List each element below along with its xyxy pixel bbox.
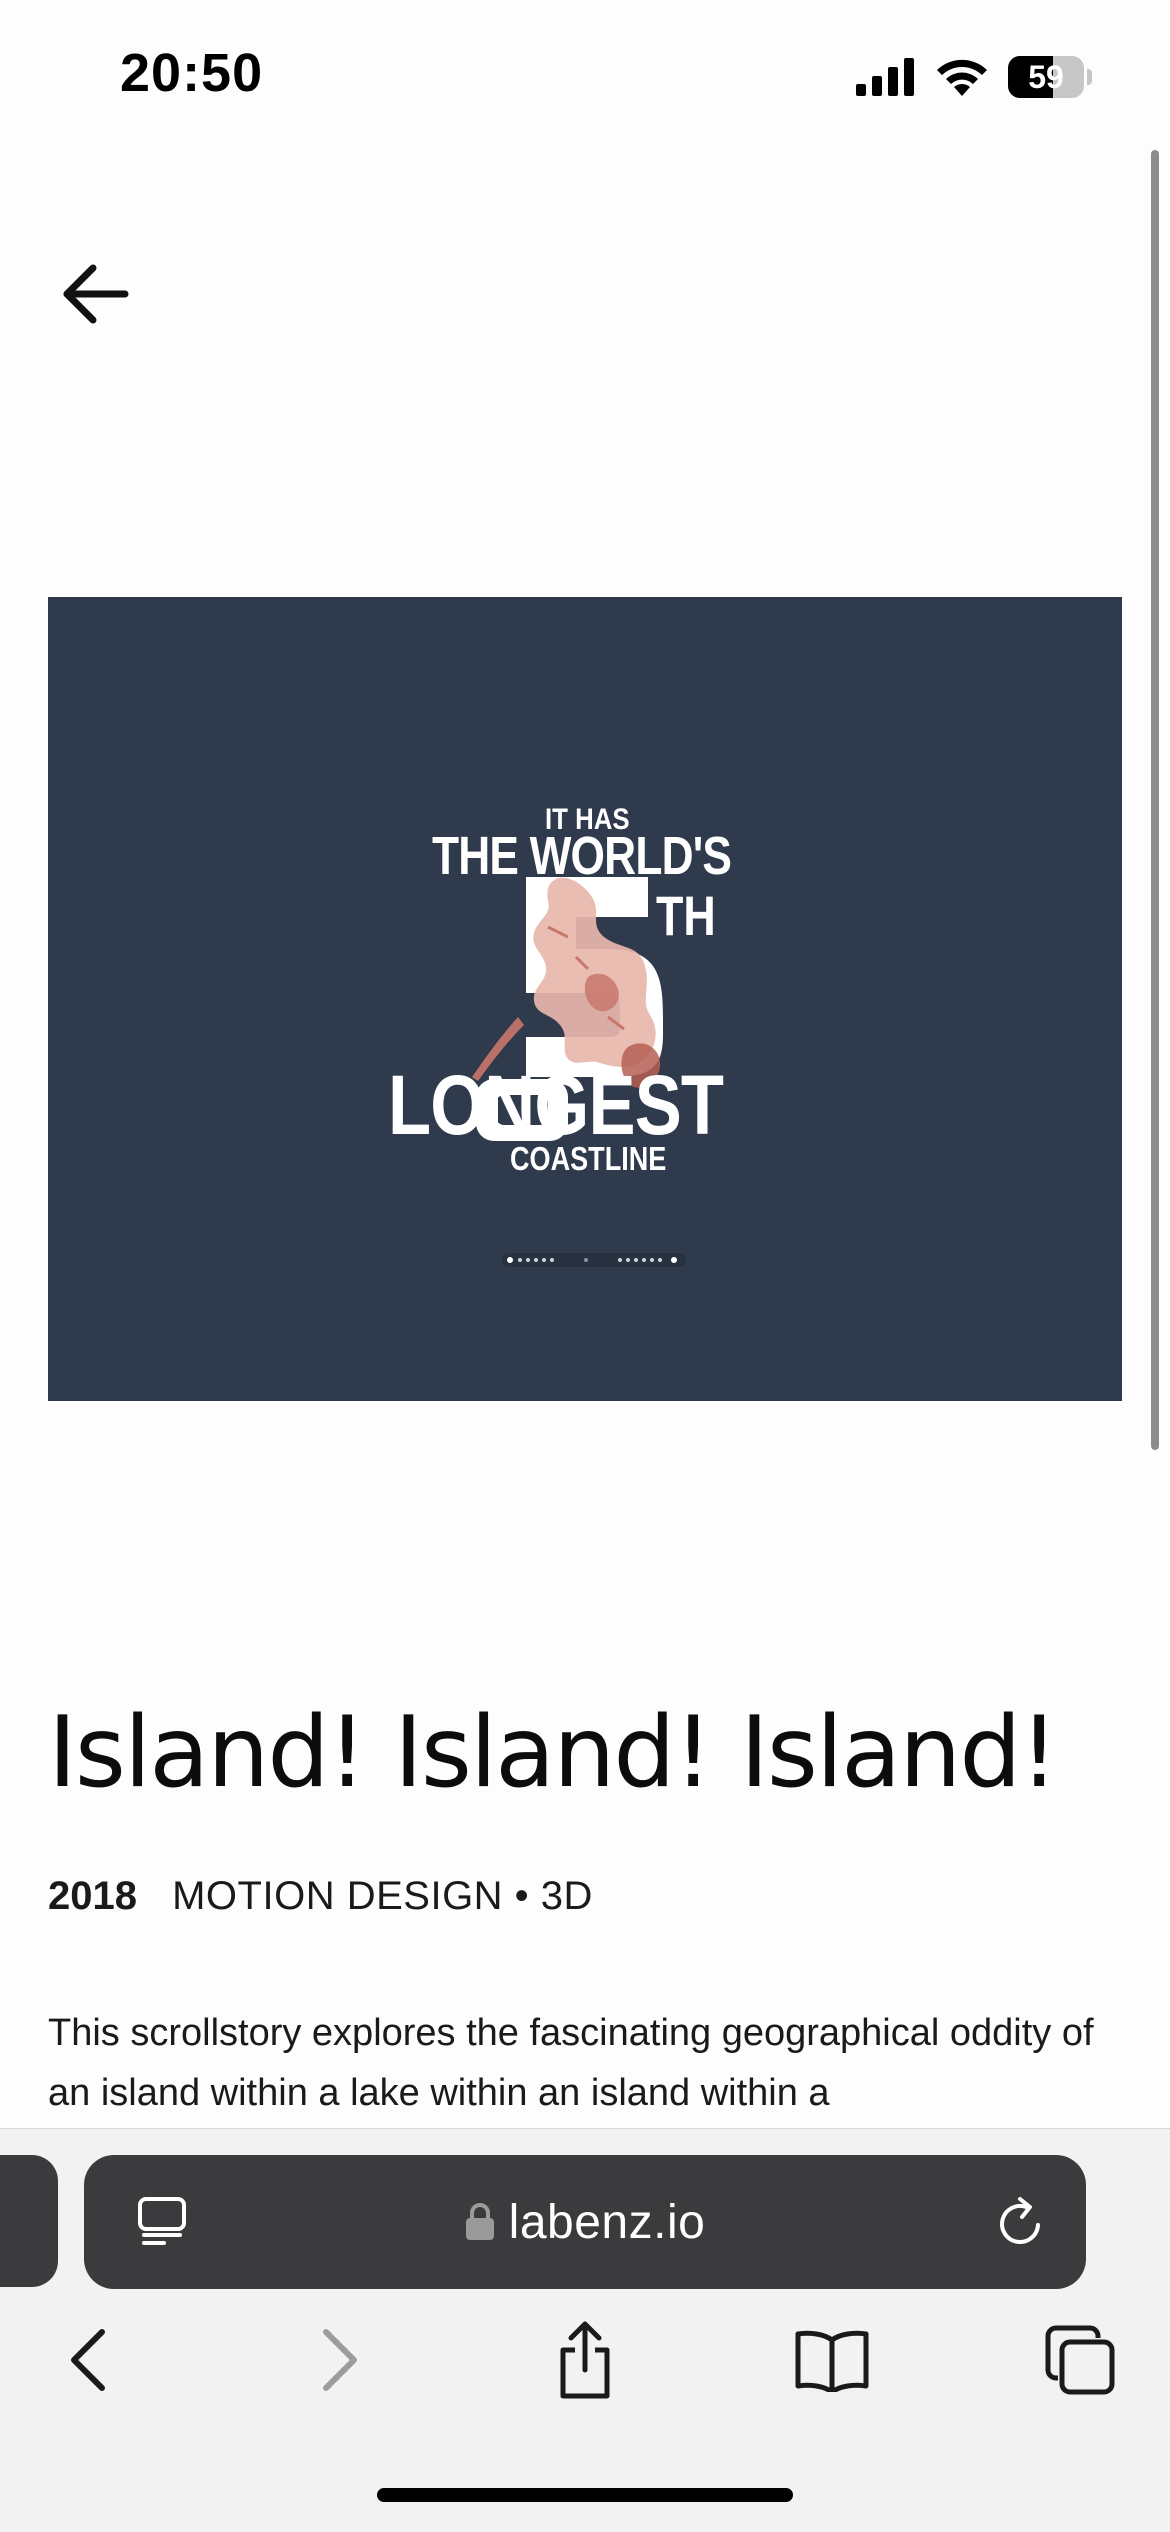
home-indicator[interactable] xyxy=(377,2488,793,2502)
poster-text-th: TH xyxy=(656,884,716,947)
poster-text-coastline: COASTLINE xyxy=(510,1140,667,1177)
wifi-icon xyxy=(937,59,987,96)
project-tags: MOTION DESIGN • 3D xyxy=(172,1874,593,1918)
lock-icon xyxy=(465,2203,494,2240)
battery-icon: 59 xyxy=(1008,56,1092,98)
poster-artwork xyxy=(472,877,686,1267)
scrollbar[interactable] xyxy=(1151,150,1159,1450)
browser-forward-button[interactable] xyxy=(300,2320,380,2400)
book-icon xyxy=(795,2330,869,2392)
page-title: Island! Island! Island! xyxy=(48,1696,1059,1810)
address-bar[interactable]: labenz.io xyxy=(84,2155,1086,2289)
cellular-signal-icon xyxy=(856,58,914,96)
bookmarks-button[interactable] xyxy=(792,2320,872,2400)
screen: 20:50 59 IT HAS THE WORLD'S TH LONGEST C… xyxy=(0,0,1170,2532)
battery-percent: 59 xyxy=(1028,59,1064,95)
arrow-left-icon xyxy=(63,264,129,324)
share-button[interactable] xyxy=(545,2320,625,2400)
status-bar: 20:50 59 xyxy=(0,0,1170,150)
reload-icon[interactable] xyxy=(992,2195,1048,2251)
share-icon xyxy=(560,2321,610,2399)
project-year: 2018 xyxy=(48,1874,137,1918)
chevron-right-icon xyxy=(323,2329,357,2391)
chevron-left-icon xyxy=(71,2329,105,2391)
tabs-icon xyxy=(1045,2325,1115,2395)
tabs-button[interactable] xyxy=(1040,2320,1120,2400)
status-time: 20:50 xyxy=(120,43,264,103)
previous-tab-preview[interactable] xyxy=(0,2155,58,2287)
browser-back-button[interactable] xyxy=(48,2320,128,2400)
project-description: This scrollstory explores the fascinatin… xyxy=(48,2012,1094,2114)
back-button[interactable] xyxy=(54,252,138,336)
poster-text-worlds: THE WORLD'S xyxy=(432,826,732,886)
project-meta: 2018 MOTION DESIGN • 3D xyxy=(48,1874,593,1919)
url-text[interactable]: labenz.io xyxy=(509,2195,706,2250)
hero-media[interactable]: IT HAS THE WORLD'S TH LONGEST COASTLINE xyxy=(48,597,1122,1401)
